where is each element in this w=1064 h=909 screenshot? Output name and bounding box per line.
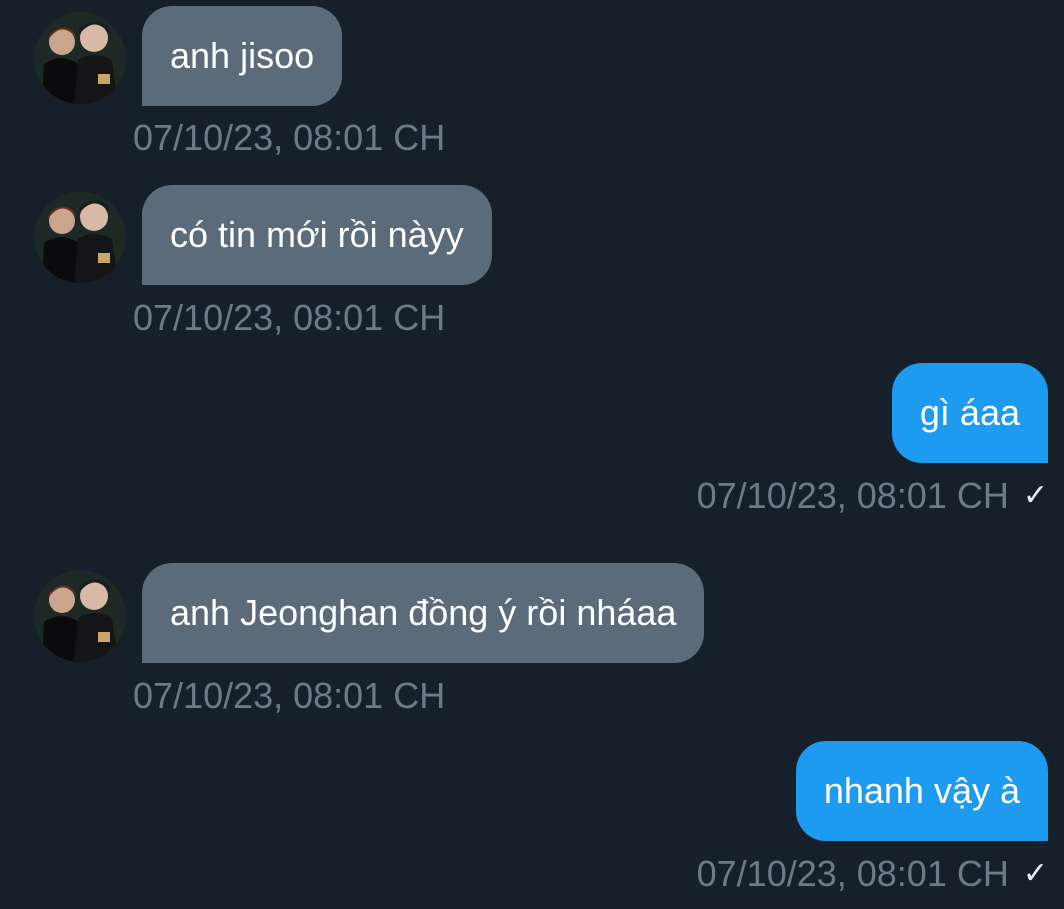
message-timestamp: 07/10/23, 08:01 CH	[696, 475, 1009, 516]
message-bubble[interactable]: gì áaa	[891, 363, 1048, 463]
message-bubble[interactable]: có tin mới rồi nàyy	[142, 185, 492, 285]
message-thread: anh jisoo 07/10/23, 08:01 CH có tin mới …	[0, 0, 1064, 909]
message-timestamp: 07/10/23, 08:01 CH	[133, 117, 446, 158]
avatar[interactable]	[34, 570, 126, 662]
message-bubble[interactable]: anh Jeonghan đồng ý rồi nháaa	[142, 563, 705, 663]
message-bubble[interactable]: nhanh vậy à	[795, 741, 1048, 841]
message-timestamp: 07/10/23, 08:01 CH	[696, 853, 1009, 894]
message-bubble[interactable]: anh jisoo	[142, 6, 343, 106]
message-timestamp: 07/10/23, 08:01 CH	[133, 675, 446, 716]
checkmark-icon: ✓	[1022, 479, 1048, 512]
message-timestamp: 07/10/23, 08:01 CH	[133, 297, 446, 338]
avatar[interactable]	[34, 12, 126, 104]
avatar[interactable]	[34, 191, 126, 283]
message-meta: 07/10/23, 08:01 CH ✓	[697, 852, 1048, 896]
checkmark-icon: ✓	[1022, 857, 1048, 890]
message-meta: 07/10/23, 08:01 CH ✓	[697, 474, 1048, 518]
